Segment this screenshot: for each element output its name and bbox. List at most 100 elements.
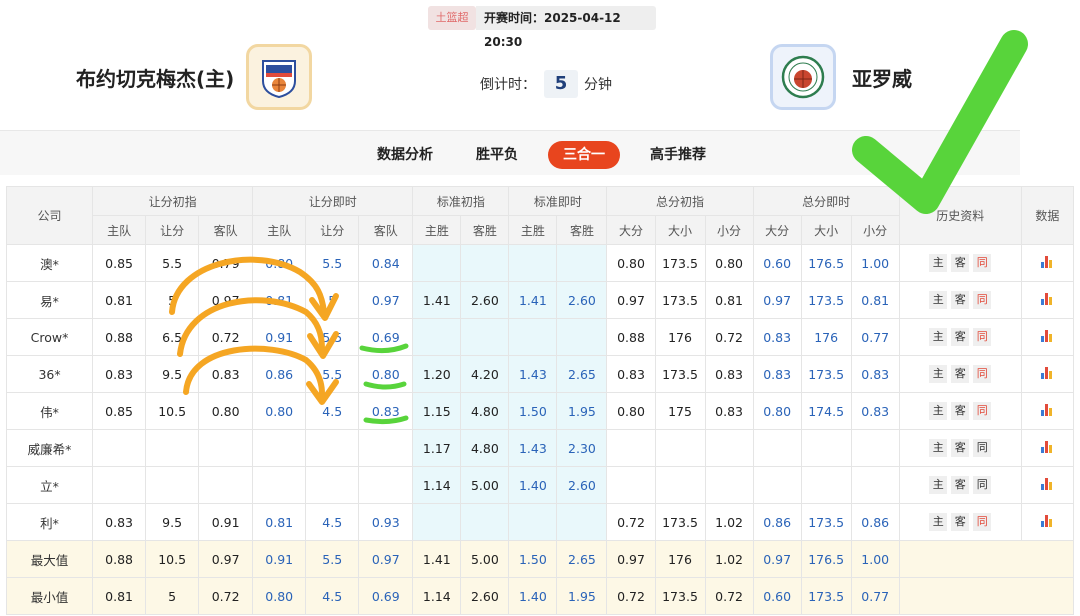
history-home-button[interactable]: 主 xyxy=(929,439,948,457)
data-chart-button[interactable] xyxy=(1020,318,1075,356)
tab-three-in-one[interactable]: 三合一 xyxy=(548,141,620,169)
history-same-button[interactable]: 同 xyxy=(973,291,992,309)
handicap-live-value: 5.5 xyxy=(305,318,360,356)
history-away-button[interactable]: 客 xyxy=(951,402,970,420)
home-team-name[interactable]: 布约切克梅杰(主) xyxy=(76,62,234,96)
total-initial-value xyxy=(704,466,754,504)
handicap-initial-value: 10.5 xyxy=(145,392,200,430)
history-home-button[interactable]: 主 xyxy=(929,291,948,309)
data-chart-button[interactable] xyxy=(1020,503,1075,541)
standard-initial-value xyxy=(460,503,510,541)
sub-small: 小分 xyxy=(704,215,754,245)
standard-live-value: 1.40 xyxy=(508,466,558,504)
total-live-value: 0.60 xyxy=(752,244,802,282)
history-home-button[interactable]: 主 xyxy=(929,476,948,494)
total-live-value: 174.5 xyxy=(800,392,852,430)
table-row[interactable]: 36* 0.83 9.5 0.83 0.86 5.5 0.80 1.20 4.20 1.43 2.6… xyxy=(5,355,1075,393)
history-home-button[interactable]: 主 xyxy=(929,402,948,420)
history-away-button[interactable]: 客 xyxy=(951,328,970,346)
data-chart-button[interactable] xyxy=(1020,466,1075,504)
standard-initial-value: 1.41 xyxy=(412,281,462,319)
col-standard-live: 标准即时 xyxy=(508,186,608,216)
data-chart-button[interactable] xyxy=(1020,281,1075,319)
away-team-crest-icon xyxy=(781,55,825,99)
col-handicap-live: 让分即时 xyxy=(252,186,414,216)
handicap-initial-value: 0.81 xyxy=(92,577,147,615)
data-chart-button[interactable] xyxy=(1020,392,1075,430)
total-live-value xyxy=(752,466,802,504)
history-buttons: 主客同 xyxy=(898,503,1022,541)
sub-home: 主队 xyxy=(252,215,307,245)
away-team-logo[interactable] xyxy=(770,44,836,110)
total-initial-value xyxy=(606,429,656,467)
total-initial-value: 173.5 xyxy=(654,577,706,615)
history-same-button[interactable]: 同 xyxy=(973,476,992,494)
history-away-button[interactable]: 客 xyxy=(951,439,970,457)
history-same-button[interactable]: 同 xyxy=(973,513,992,531)
history-buttons: 主客同 xyxy=(898,392,1022,430)
sub-big: 大分 xyxy=(752,215,802,245)
history-same-button[interactable]: 同 xyxy=(973,254,992,272)
history-buttons: 主客同 xyxy=(898,244,1022,282)
table-row[interactable]: Crow* 0.88 6.5 0.72 0.91 5.5 0.69 0.88 176 0.72 0.… xyxy=(5,318,1075,356)
standard-live-value: 1.50 xyxy=(508,392,558,430)
tab-data-analysis[interactable]: 数据分析 xyxy=(370,141,440,169)
handicap-live-value: 0.84 xyxy=(358,244,414,282)
total-live-value: 176.5 xyxy=(800,244,852,282)
data-chart-button[interactable] xyxy=(1020,355,1075,393)
history-same-button[interactable]: 同 xyxy=(973,365,992,383)
history-away-button[interactable]: 客 xyxy=(951,254,970,272)
league-badge[interactable]: 土篮超 xyxy=(428,6,476,30)
history-home-button[interactable]: 主 xyxy=(929,513,948,531)
sub-away-win: 客胜 xyxy=(460,215,510,245)
total-initial-value: 176 xyxy=(654,318,706,356)
history-same-button[interactable]: 同 xyxy=(973,402,992,420)
handicap-live-value: 0.81 xyxy=(252,281,307,319)
history-away-button[interactable]: 客 xyxy=(951,476,970,494)
history-away-button[interactable]: 客 xyxy=(951,365,970,383)
table-row[interactable]: 利* 0.83 9.5 0.91 0.81 4.5 0.93 0.72 173.5 1.02 0.8… xyxy=(5,503,1075,541)
history-home-button[interactable]: 主 xyxy=(929,328,948,346)
sub-home-win: 主胜 xyxy=(412,215,462,245)
history-same-button[interactable]: 同 xyxy=(973,439,992,457)
total-live-value: 173.5 xyxy=(800,503,852,541)
sub-away: 客队 xyxy=(358,215,414,245)
handicap-initial-value: 0.85 xyxy=(92,392,147,430)
handicap-initial-value: 10.5 xyxy=(145,540,200,578)
away-team-name[interactable]: 亚罗威 xyxy=(852,62,912,96)
handicap-initial-value: 0.81 xyxy=(92,281,147,319)
history-home-button[interactable]: 主 xyxy=(929,254,948,272)
total-initial-value: 0.81 xyxy=(704,281,754,319)
bar-chart-icon xyxy=(1041,329,1053,342)
table-row[interactable]: 威廉希* 1.17 4.80 1.43 2.30 主客同 xyxy=(5,429,1075,467)
countdown-value: 5 xyxy=(544,70,578,98)
standard-live-value: 1.41 xyxy=(508,281,558,319)
total-initial-value: 0.80 xyxy=(606,244,656,282)
summary-empty-cell xyxy=(898,577,1075,615)
history-away-button[interactable]: 客 xyxy=(951,291,970,309)
tab-win-draw-loss[interactable]: 胜平负 xyxy=(466,141,528,169)
data-chart-button[interactable] xyxy=(1020,244,1075,282)
total-initial-value: 173.5 xyxy=(654,281,706,319)
history-home-button[interactable]: 主 xyxy=(929,365,948,383)
history-same-button[interactable]: 同 xyxy=(973,328,992,346)
table-row[interactable]: 澳* 0.85 5.5 0.79 0.80 5.5 0.84 0.80 173.5 0.80 0.6… xyxy=(5,244,1075,282)
table-row[interactable]: 伟* 0.85 10.5 0.80 0.80 4.5 0.83 1.15 4.80 1.50 1.9… xyxy=(5,392,1075,430)
standard-live-value xyxy=(508,244,558,282)
tab-expert-picks[interactable]: 高手推荐 xyxy=(644,141,712,169)
history-away-button[interactable]: 客 xyxy=(951,513,970,531)
table-row[interactable]: 立* 1.14 5.00 1.40 2.60 主客同 xyxy=(5,466,1075,504)
handicap-initial-value: 0.88 xyxy=(92,540,147,578)
handicap-initial-value: 0.85 xyxy=(92,244,147,282)
col-total-live: 总分即时 xyxy=(752,186,900,216)
total-live-value: 173.5 xyxy=(800,281,852,319)
data-chart-button[interactable] xyxy=(1020,429,1075,467)
handicap-initial-value: 0.83 xyxy=(198,355,254,393)
col-data: 数据 xyxy=(1020,186,1075,245)
sub-big: 大分 xyxy=(606,215,656,245)
bar-chart-icon xyxy=(1041,403,1053,416)
countdown-unit: 分钟 xyxy=(584,77,612,93)
match-info-bar: 土篮超 开赛时间：2025-04-12 20:30 xyxy=(0,0,1080,49)
table-row[interactable]: 易* 0.81 5 0.97 0.81 5 0.97 1.41 2.60 1.41 2.60 0.97… xyxy=(5,281,1075,319)
home-team-logo[interactable] xyxy=(246,44,312,110)
